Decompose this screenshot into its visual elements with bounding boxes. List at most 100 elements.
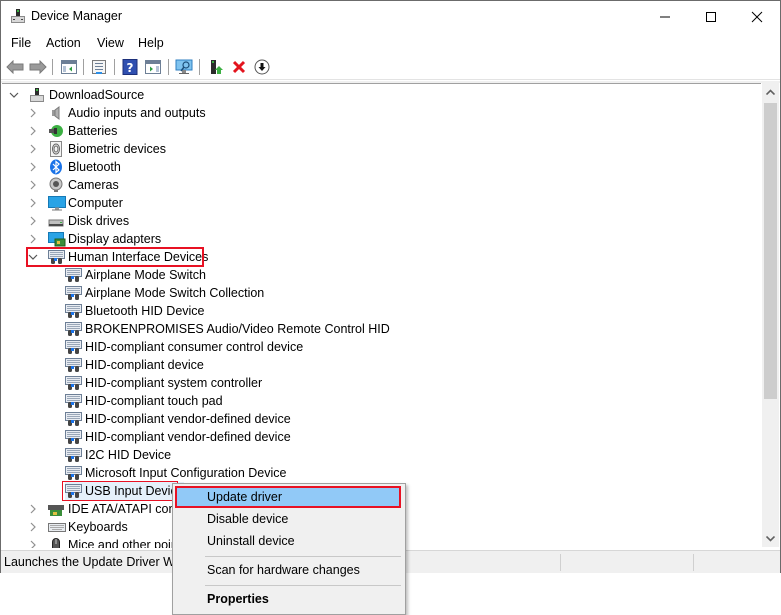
tree-device-label: HID-compliant touch pad [85,394,223,408]
chevron-right-icon[interactable] [28,234,38,244]
disable-device-button[interactable] [253,58,271,76]
tree-device[interactable]: HID-compliant vendor-defined device [65,428,291,446]
hid-icon [65,465,82,481]
tree-category-computer[interactable]: Computer [28,194,123,212]
tree-category-label: Mice and other poin [68,538,178,548]
tree-device[interactable]: Bluetooth HID Device [65,302,205,320]
help-button[interactable]: ? [121,58,139,76]
vertical-scrollbar[interactable] [762,83,779,547]
chevron-right-icon[interactable] [28,504,38,514]
scan-hardware-button[interactable] [175,58,193,76]
tree-device-label: HID-compliant vendor-defined device [85,412,291,426]
tree-device[interactable]: Airplane Mode Switch Collection [65,284,264,302]
menu-item-properties[interactable]: Properties [175,589,401,609]
tree-category-keyboards[interactable]: Keyboards [28,518,128,536]
chevron-down-icon[interactable] [9,90,19,100]
hid-icon [65,375,82,391]
menu-item-label: Scan for hardware changes [207,563,360,577]
scroll-down-button[interactable] [762,530,779,547]
tree-category-batteries[interactable]: Batteries [28,122,117,140]
properties-button[interactable] [90,58,108,76]
chevron-right-icon[interactable] [28,126,38,136]
ide-controller-icon [48,501,64,517]
maximize-button[interactable] [688,1,734,32]
device-manager-app-icon [10,8,26,24]
back-button[interactable] [6,58,24,76]
chevron-right-icon[interactable] [28,198,38,208]
tree-device[interactable]: Microsoft Input Configuration Device [65,464,286,482]
tree-device[interactable]: Airplane Mode Switch [65,266,206,284]
red-x-icon [232,60,246,74]
camera-icon [48,177,64,193]
tree-device-label: HID-compliant consumer control device [85,340,304,354]
minimize-icon [660,16,670,17]
highlight-box-hid-category [26,247,204,267]
title-bar[interactable]: Device Manager [1,1,780,32]
highlight-box-update-driver [175,486,401,508]
chevron-right-icon[interactable] [28,540,38,548]
minimize-button[interactable] [642,1,688,32]
context-menu: Update driver Disable device Uninstall d… [172,483,406,615]
tree-device-label: Microsoft Input Configuration Device [85,466,287,480]
tree-category-bluetooth[interactable]: Bluetooth [28,158,121,176]
tree-category-label: Display adapters [68,232,162,246]
tree-device[interactable]: HID-compliant consumer control device [65,338,303,356]
device-tree[interactable]: DownloadSource Audio inputs and outputs B… [2,83,761,548]
menu-item-scan-for-hardware-changes[interactable]: Scan for hardware changes [175,560,401,580]
tree-category-label: Disk drives [68,214,130,228]
show-action-pane-button[interactable] [144,58,162,76]
show-hide-console-tree-button[interactable] [60,58,78,76]
tree-category-biometric-devices[interactable]: Biometric devices [28,140,166,158]
tree-device[interactable]: HID-compliant device [65,356,204,374]
chevron-right-icon[interactable] [28,144,38,154]
tree-device[interactable]: I2C HID Device [65,446,171,464]
tree-category-mice-and-other-pointing-devices[interactable]: Mice and other poin [28,536,178,548]
chevron-right-icon[interactable] [28,108,38,118]
menu-separator [205,585,401,586]
hid-icon [65,357,82,373]
tree-device[interactable]: HID-compliant touch pad [65,392,223,410]
chevron-right-icon[interactable] [28,180,38,190]
hid-icon [65,411,82,427]
forward-button[interactable] [29,58,47,76]
bluetooth-icon [48,159,64,175]
menu-file[interactable]: File [11,36,31,50]
console-tree-icon [61,60,77,74]
maximize-icon [706,11,716,22]
tree-device[interactable]: BROKENPROMISES Audio/Video Remote Contro… [65,320,390,338]
hid-icon [65,339,82,355]
uninstall-device-button[interactable] [230,58,248,76]
monitor-scan-icon [175,59,193,74]
scroll-up-button[interactable] [762,83,779,100]
tree-category-ide-ata-atapi-controllers[interactable]: IDE ATA/ATAPI contr [28,500,183,518]
menu-item-disable-device[interactable]: Disable device [175,509,401,529]
tree-device-label: Airplane Mode Switch Collection [85,286,265,300]
chevron-right-icon[interactable] [28,216,38,226]
tree-category-display-adapters[interactable]: Display adapters [28,230,161,248]
hid-icon [65,285,82,301]
tree-category-audio-inputs-and-outputs[interactable]: Audio inputs and outputs [28,104,206,122]
tree-category-disk-drives[interactable]: Disk drives [28,212,129,230]
tree-root[interactable]: DownloadSource [9,86,144,104]
menu-bar: File Action View Help [1,32,780,55]
down-arrow-circle-icon [254,59,270,75]
tree-device[interactable]: HID-compliant system controller [65,374,262,392]
menu-item-uninstall-device[interactable]: Uninstall device [175,531,401,551]
scrollbar-thumb[interactable] [764,103,777,399]
tree-category-cameras[interactable]: Cameras [28,176,119,194]
monitor-icon [48,195,66,211]
tree-category-label: Computer [68,196,123,210]
menu-action[interactable]: Action [46,36,81,50]
keyboard-icon [48,519,66,535]
menu-separator [205,556,401,557]
toolbar-separator [168,59,169,75]
toolbar-separator [199,59,200,75]
menu-view[interactable]: View [97,36,124,50]
menu-help[interactable]: Help [138,36,164,50]
close-button[interactable] [734,1,780,32]
toolbar-separator [83,59,84,75]
chevron-right-icon[interactable] [28,522,38,532]
chevron-right-icon[interactable] [28,162,38,172]
update-driver-button[interactable] [207,58,225,76]
tree-device[interactable]: HID-compliant vendor-defined device [65,410,291,428]
